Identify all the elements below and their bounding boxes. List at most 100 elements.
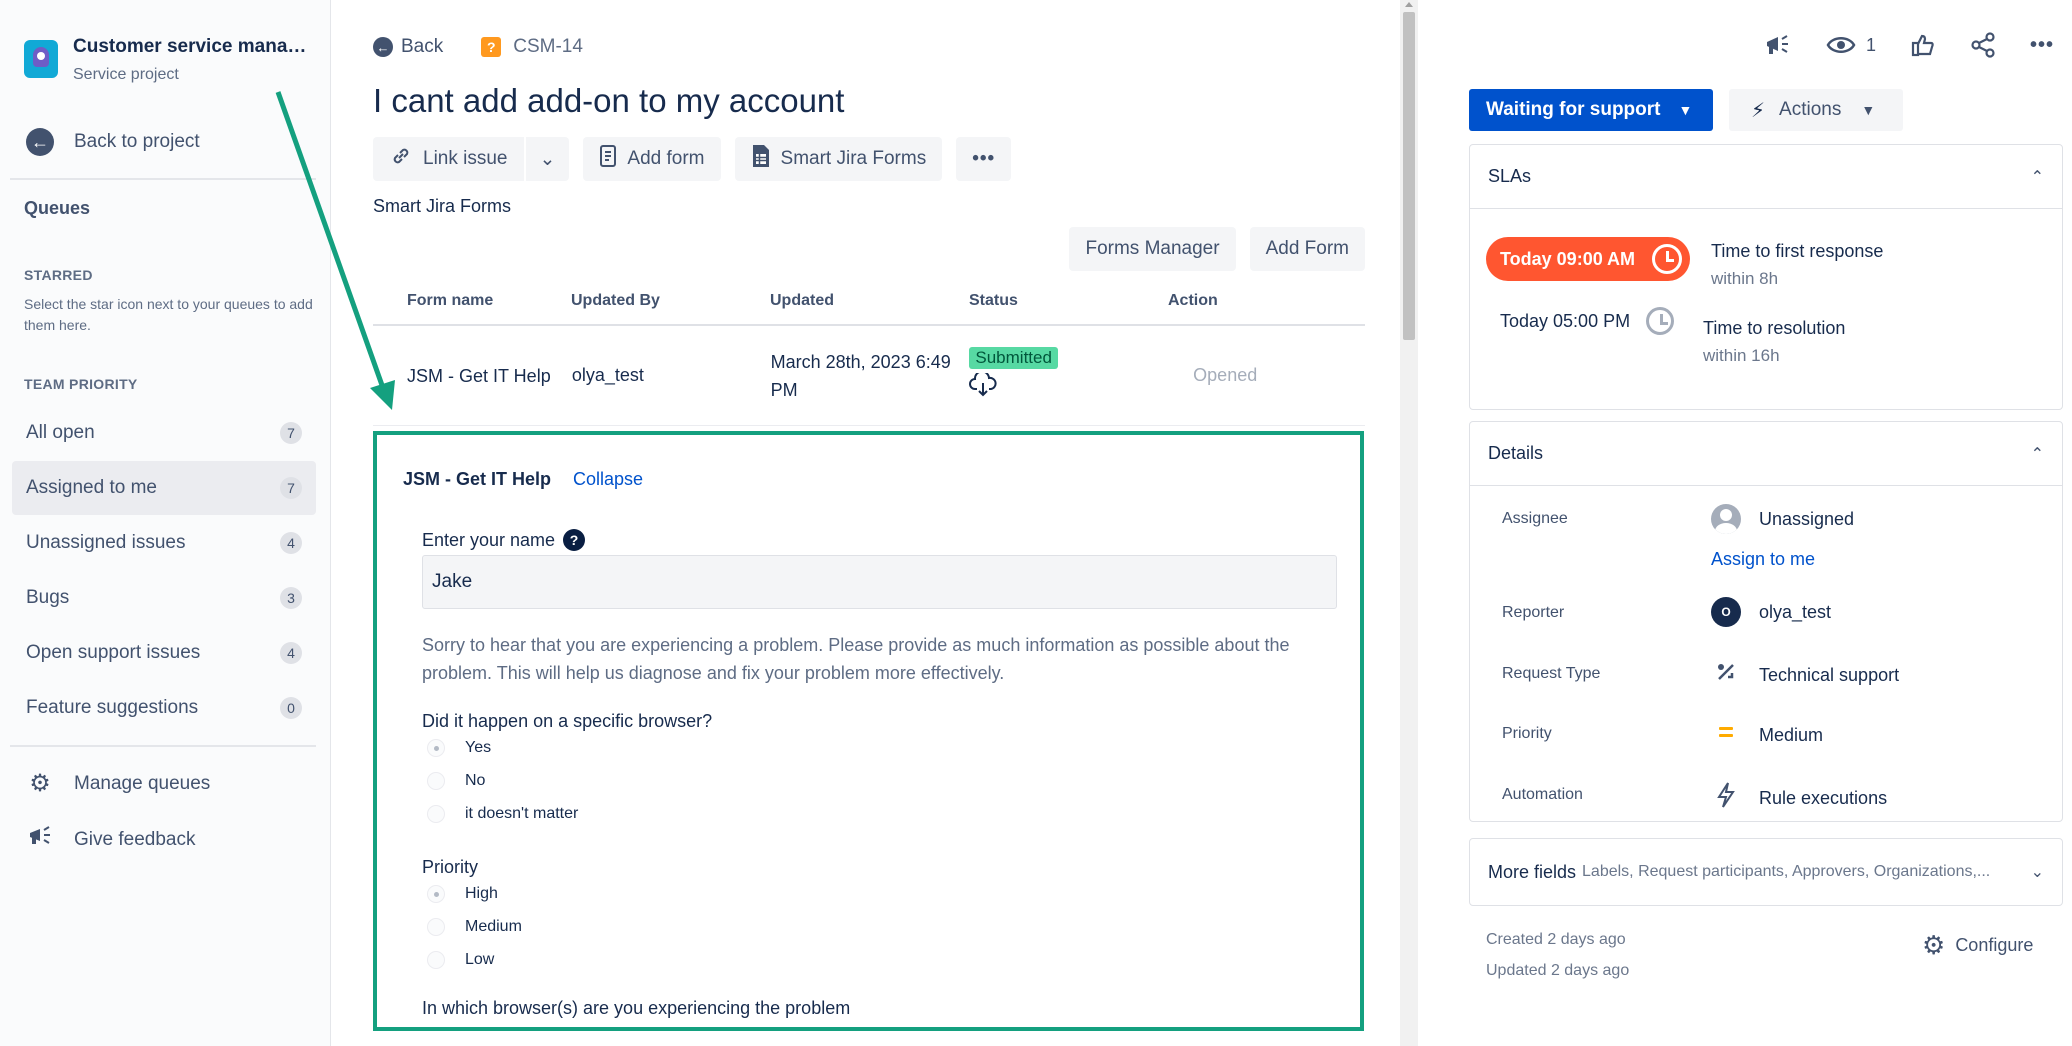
starred-heading: STARRED	[24, 267, 93, 283]
slas-header[interactable]: SLAs ⌃	[1470, 145, 2062, 209]
manage-queues-link[interactable]: ⚙ Manage queues	[26, 769, 210, 798]
request-type-icon: ?	[481, 37, 502, 57]
radio-doesnt-matter[interactable]: it doesn't matter	[427, 805, 578, 823]
forms-manager-button[interactable]: Forms Manager	[1069, 227, 1236, 271]
reporter-name: olya_test	[1759, 601, 1832, 622]
priority-value[interactable]: Medium	[1711, 721, 1823, 749]
table-header: Form name Updated By Updated Status Acti…	[373, 278, 1365, 326]
priority-label: Priority	[1502, 725, 1552, 742]
configure-button[interactable]: ⚙ Configure	[1922, 930, 2033, 961]
queue-item-feature-suggestions[interactable]: Feature suggestions 0	[12, 681, 316, 735]
queue-item-unassigned-issues[interactable]: Unassigned issues 4	[12, 516, 316, 570]
issue-key-link[interactable]: ? CSM-14	[481, 36, 583, 58]
lightning-icon: ⚡	[1751, 99, 1766, 122]
queue-item-all-open[interactable]: All open 7	[12, 406, 316, 460]
more-fields-heading: More fields	[1488, 861, 1577, 882]
add-form-secondary-button[interactable]: Add Form	[1249, 227, 1365, 271]
tools-icon	[1711, 661, 1741, 689]
gear-icon: ⚙	[29, 770, 51, 797]
chevron-down-icon: ⌄	[2030, 864, 2044, 881]
status-dropdown[interactable]: Waiting for support ▼	[1469, 89, 1713, 131]
created-timestamp: Created 2 days ago	[1486, 931, 1626, 948]
cell-action: Opened	[1193, 365, 1258, 385]
watch-count: 1	[1865, 34, 1876, 55]
link-issue-button[interactable]: Link issue	[373, 137, 524, 181]
give-feedback-link[interactable]: Give feedback	[26, 824, 195, 855]
reporter-value[interactable]: O olya_test	[1711, 597, 1831, 627]
more-dots-icon[interactable]: •••	[2030, 34, 2054, 57]
cell-form-name: JSM - Get IT Help	[407, 365, 551, 386]
request-type-value[interactable]: Technical support	[1711, 661, 1899, 689]
sla-resolution-label: Time to resolution	[1703, 318, 1846, 338]
radio-medium[interactable]: Medium	[427, 918, 522, 936]
chevron-up-icon: ⌃	[2030, 445, 2044, 463]
request-type-label: Request Type	[1502, 665, 1601, 682]
link-issue-dropdown[interactable]: ⌄	[525, 137, 570, 181]
queue-count: 0	[280, 697, 302, 719]
queue-item-assigned-to-me[interactable]: Assigned to me 7	[12, 461, 316, 515]
manage-queues-label: Manage queues	[74, 772, 211, 794]
radio-high[interactable]: High	[427, 885, 498, 903]
sla-resolution-within: within 16h	[1703, 346, 1780, 365]
browser-question-label: Did it happen on a specific browser?	[422, 711, 713, 731]
queues-heading: Queues	[24, 198, 91, 218]
radio-button	[427, 951, 445, 969]
add-form-button[interactable]: Add form	[583, 137, 721, 181]
radio-low[interactable]: Low	[427, 951, 494, 969]
queue-item-bugs[interactable]: Bugs 3	[12, 571, 316, 625]
issue-title[interactable]: I cant add add-on to my account	[373, 82, 844, 120]
more-actions-button[interactable]: •••	[956, 137, 1012, 181]
cloud-download-icon[interactable]	[969, 370, 1168, 404]
actions-dropdown[interactable]: ⚡ Actions ▼	[1729, 89, 1903, 131]
arrow-left-icon: ←	[26, 128, 54, 156]
issue-key: CSM-14	[513, 36, 583, 57]
back-button[interactable]: ← Back	[373, 36, 443, 58]
back-to-project-link[interactable]: ← Back to project	[26, 128, 200, 156]
collapse-link[interactable]: Collapse	[573, 469, 643, 490]
assignee-value[interactable]: Unassigned	[1711, 504, 1854, 534]
sla-first-response-badge: Today 09:00 AM	[1486, 237, 1690, 281]
automation-value[interactable]: Rule executions	[1711, 781, 1887, 815]
col-form-name: Form name	[407, 292, 494, 309]
queue-item-open-support-issues[interactable]: Open support issues 4	[12, 626, 316, 680]
status-label: Waiting for support	[1486, 99, 1661, 120]
assignee-name: Unassigned	[1759, 508, 1855, 529]
scrollbar-thumb[interactable]	[1403, 12, 1415, 340]
queue-label: Assigned to me	[26, 477, 157, 498]
radio-button	[427, 885, 445, 903]
details-header[interactable]: Details ⌃	[1470, 422, 2062, 486]
back-label: Back	[401, 36, 444, 57]
form-panel: JSM - Get IT Help Collapse Enter your na…	[373, 431, 1364, 1031]
name-field-label: Enter your name ?	[422, 529, 586, 551]
queue-count: 4	[280, 532, 302, 554]
queue-label: All open	[26, 422, 95, 443]
watch-button[interactable]: 1	[1826, 34, 1876, 56]
share-icon[interactable]	[1970, 32, 1996, 58]
feedback-megaphone-icon[interactable]	[1764, 32, 1792, 58]
queue-count: 7	[280, 477, 302, 499]
project-header[interactable]: Customer service manag... Service projec…	[24, 32, 309, 84]
issue-main: ← Back ? CSM-14 I cant add add-on to my …	[331, 0, 1418, 1046]
more-fields-card[interactable]: More fields Labels, Request participants…	[1469, 838, 2063, 906]
slas-card: SLAs ⌃ Today 09:00 AM Time to first resp…	[1469, 144, 2063, 410]
add-form-label: Add form	[627, 148, 705, 169]
smart-jira-forms-button[interactable]: Smart Jira Forms	[734, 137, 943, 181]
name-input[interactable]	[422, 555, 1337, 609]
sla-resolution-badge: Today 05:00 PM	[1500, 307, 1675, 335]
form-panel-title: JSM - Get IT Help	[403, 469, 552, 489]
queue-count: 4	[280, 642, 302, 664]
scrollbar[interactable]	[1400, 0, 1418, 1046]
sla-first-response-label: Time to first response	[1711, 241, 1884, 261]
question-icon[interactable]: ?	[563, 529, 586, 551]
radio-button	[427, 805, 445, 823]
col-status: Status	[969, 292, 1018, 309]
thumbs-up-icon[interactable]	[1910, 32, 1936, 58]
scroll-up-arrow-icon[interactable]	[1405, 2, 1413, 7]
table-row[interactable]: JSM - Get IT Help olya_test March 28th, …	[373, 326, 1365, 426]
radio-no[interactable]: No	[427, 772, 485, 790]
radio-yes[interactable]: Yes	[427, 739, 491, 757]
radio-label: Yes	[465, 739, 492, 756]
assign-to-me-link[interactable]: Assign to me	[1711, 549, 1815, 570]
radio-button	[427, 772, 445, 790]
spreadsheet-icon	[751, 143, 771, 175]
